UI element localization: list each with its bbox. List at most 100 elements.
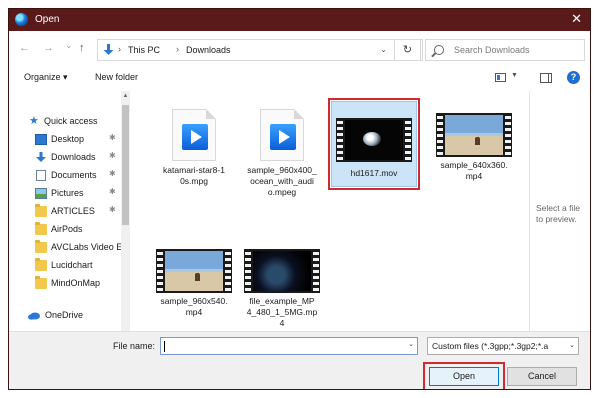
- sidebar-item-airpods[interactable]: AirPods: [9, 221, 121, 239]
- sidebar-item-downloads[interactable]: Downloads ✱: [9, 149, 121, 167]
- window-title: Open: [35, 14, 60, 25]
- sidebar-item-label: Quick access: [44, 116, 98, 126]
- sidebar-item-label: ARTICLES: [51, 206, 95, 216]
- documents-icon: [36, 170, 46, 181]
- video-file-icon: [172, 109, 216, 161]
- desktop-icon: [35, 134, 47, 145]
- chevron-down-icon[interactable]: ⌄: [408, 340, 414, 348]
- sidebar-item-label: Pictures: [51, 188, 84, 198]
- search-box[interactable]: Search Downloads: [425, 39, 585, 61]
- open-dialog: Open ✕ ← → ⌄ ↑ › This PC › Downloads ⌄ ↻…: [8, 8, 591, 390]
- video-thumbnail: [436, 113, 512, 157]
- up-arrow-icon[interactable]: ↑: [79, 42, 85, 54]
- sidebar-scrollbar[interactable]: ▲: [121, 91, 130, 331]
- refresh-icon[interactable]: ↻: [395, 39, 421, 61]
- breadcrumb-separator-icon: ›: [176, 44, 179, 54]
- sidebar-item-label: OneDrive: [45, 310, 84, 320]
- open-button-highlight: [423, 362, 505, 389]
- downloads-arrow-icon: [103, 44, 114, 55]
- sidebar-item-articles[interactable]: ARTICLES ✱: [9, 203, 121, 221]
- video-thumbnail: [244, 249, 320, 293]
- recent-locations-chevron-icon[interactable]: ⌄: [65, 39, 73, 51]
- file-item-file-example[interactable]: file_example_MP 4_480_1_5MG.mp 4: [239, 249, 325, 329]
- file-name-label: sample_960x400_ ocean_with_audi o.mpeg: [247, 165, 317, 197]
- selection-highlight: [328, 98, 420, 190]
- forward-arrow-icon[interactable]: →: [43, 42, 54, 54]
- change-view-icon[interactable]: [495, 73, 506, 82]
- search-icon: [434, 45, 444, 55]
- sidebar-item-documents[interactable]: Documents ✱: [9, 167, 121, 185]
- breadcrumb-downloads[interactable]: Downloads: [186, 45, 231, 55]
- file-list: katamari-star8-1 0s.mpg sample_960x400_ …: [131, 91, 529, 331]
- pictures-icon: [35, 188, 47, 199]
- sidebar-item-label: Lucidchart: [51, 260, 93, 270]
- pin-icon: ✱: [109, 205, 116, 214]
- file-name-label: sample_960x540. mp4: [160, 296, 228, 317]
- video-thumbnail: [156, 249, 232, 293]
- edge-browser-icon: [15, 13, 28, 26]
- video-file-icon: [260, 109, 304, 161]
- organize-button[interactable]: Organize ▾: [24, 72, 68, 83]
- file-item-sample-960x400[interactable]: sample_960x400_ ocean_with_audi o.mpeg: [239, 109, 325, 198]
- folder-icon: [35, 222, 47, 235]
- navigation-pane: ★ Quick access Desktop ✱ Downloads ✱ Doc…: [9, 91, 131, 331]
- play-icon: [270, 124, 296, 150]
- person-image: [475, 137, 480, 145]
- sidebar-item-label: Documents: [51, 170, 97, 180]
- sidebar-item-avclabs[interactable]: AVCLabs Video E: [9, 239, 123, 257]
- sidebar-item-quick-access[interactable]: ★ Quick access: [9, 113, 121, 131]
- folder-icon: [35, 276, 47, 289]
- folder-icon: [35, 258, 47, 271]
- file-item-sample-960x540[interactable]: sample_960x540. mp4: [151, 249, 237, 318]
- cancel-button[interactable]: Cancel: [507, 367, 577, 386]
- sidebar-item-label: AirPods: [51, 224, 83, 234]
- sidebar-item-label: MindOnMap: [51, 278, 101, 288]
- breadcrumb-this-pc[interactable]: This PC: [128, 45, 160, 55]
- breadcrumb-separator-icon: ›: [118, 44, 121, 54]
- sidebar-item-pictures[interactable]: Pictures ✱: [9, 185, 121, 203]
- search-placeholder: Search Downloads: [454, 45, 530, 55]
- title-bar: Open ✕: [9, 9, 590, 31]
- star-icon: ★: [29, 115, 39, 127]
- sidebar-item-label: Downloads: [51, 152, 96, 162]
- sidebar-item-lucidchart[interactable]: Lucidchart: [9, 257, 121, 275]
- file-name-input[interactable]: ⌄: [160, 337, 418, 355]
- navigation-bar: ← → ⌄ ↑ › This PC › Downloads ⌄ ↻ Search…: [9, 31, 590, 65]
- scroll-up-icon[interactable]: ▲: [121, 93, 130, 99]
- cloud-icon: [28, 312, 40, 320]
- pin-icon: ✱: [109, 169, 116, 178]
- play-icon: [182, 124, 208, 150]
- view-options-chevron-icon[interactable]: ▼: [511, 72, 518, 79]
- folder-icon: [35, 204, 47, 217]
- file-name-label: sample_640x360. mp4: [440, 160, 508, 181]
- sidebar-item-label: Desktop: [51, 134, 85, 144]
- file-name-label: file_example_MP 4_480_1_5MG.mp 4: [246, 296, 318, 328]
- file-name-label: katamari-star8-1 0s.mpg: [163, 165, 225, 186]
- new-folder-button[interactable]: New folder: [95, 72, 138, 82]
- pin-icon: ✱: [109, 187, 116, 196]
- file-item-katamari[interactable]: katamari-star8-1 0s.mpg: [151, 109, 237, 187]
- file-type-value: Custom files (*.3gpp;*.3gp2;*.a: [432, 341, 549, 351]
- sidebar-item-mindonmap[interactable]: MindOnMap: [9, 275, 121, 293]
- sidebar-item-label: AVCLabs Video E: [51, 242, 123, 252]
- download-icon: [36, 152, 46, 162]
- file-item-sample-640x360[interactable]: sample_640x360. mp4: [431, 113, 517, 182]
- preview-pane: Select a file to preview.: [529, 91, 590, 331]
- back-arrow-icon[interactable]: ←: [19, 42, 30, 54]
- chevron-down-icon[interactable]: ⌄: [569, 341, 575, 349]
- sidebar-item-desktop[interactable]: Desktop ✱: [9, 131, 121, 149]
- dialog-footer: File name: ⌄ Custom files (*.3gpp;*.3gp2…: [9, 331, 590, 389]
- address-dropdown-icon[interactable]: ⌄: [373, 39, 395, 61]
- command-bar: Organize ▾ New folder ▼ ?: [9, 65, 590, 91]
- preview-pane-icon[interactable]: [540, 73, 552, 83]
- folder-icon: [35, 240, 47, 253]
- help-icon[interactable]: ?: [567, 71, 580, 84]
- person-image: [195, 273, 200, 281]
- pin-icon: ✱: [109, 151, 116, 160]
- preview-message: Select a file to preview.: [536, 203, 580, 224]
- file-type-select[interactable]: Custom files (*.3gpp;*.3gp2;*.a ⌄: [427, 337, 579, 355]
- close-icon[interactable]: ✕: [571, 12, 582, 26]
- file-name-label: File name:: [113, 341, 156, 351]
- sidebar-item-onedrive[interactable]: OneDrive: [9, 307, 121, 325]
- scrollbar-thumb[interactable]: [122, 105, 129, 225]
